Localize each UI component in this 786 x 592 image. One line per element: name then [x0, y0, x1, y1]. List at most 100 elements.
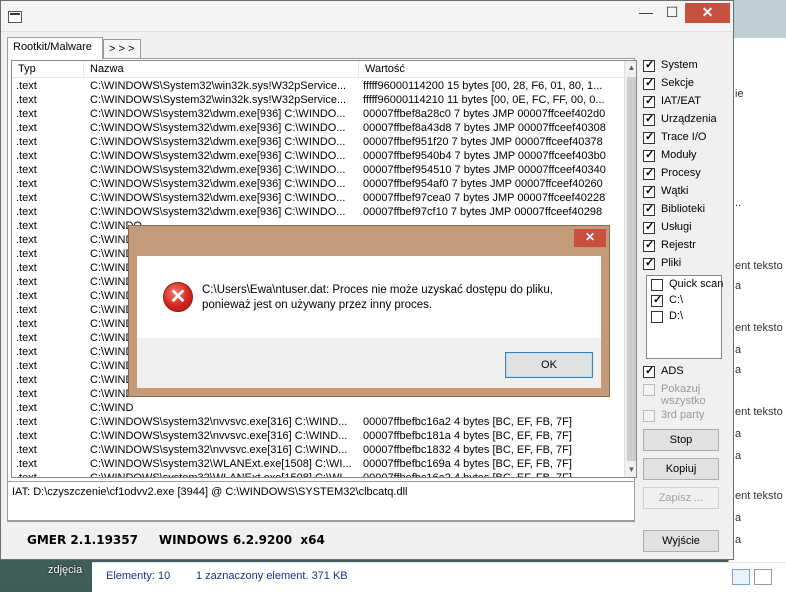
- table-row[interactable]: .text C:\WINDOWS\system32\WLANExt.exe[150…: [12, 457, 626, 471]
- table-row[interactable]: .text C:\WINDOWS\system32\dwm.exe[936] C:…: [12, 135, 626, 149]
- tab-rootkit-malware[interactable]: Rootkit/Malware: [7, 37, 103, 59]
- title-bar[interactable]: — ☐ ✕: [1, 1, 733, 32]
- checkbox-checked-icon[interactable]: [651, 293, 663, 307]
- cell-typ: .text: [16, 192, 37, 204]
- background-window-toolbar: [729, 0, 786, 38]
- table-row[interactable]: .text C:\WINDOWS\system32\nvvsvc.exe[316]…: [12, 429, 626, 443]
- table-row[interactable]: .text C:\WINDOWS\system32\dwm.exe[936] C:…: [12, 149, 626, 163]
- checkbox-option-1[interactable]: Sekcje: [642, 76, 732, 93]
- checkbox-option-11[interactable]: Pliki: [642, 256, 732, 273]
- table-row[interactable]: .text C:\WINDOWS\system32\dwm.exe[936] C:…: [12, 191, 626, 205]
- checkbox-option-0[interactable]: System: [642, 58, 732, 75]
- column-header-nazwa[interactable]: Nazwa: [84, 61, 359, 78]
- cell-wartosc: 00007ffbef8a28c0 7 bytes JMP 00007ffceef…: [363, 108, 606, 120]
- checkbox-drive-1[interactable]: C:\: [650, 293, 740, 310]
- checkbox-checked-icon[interactable]: [643, 166, 655, 180]
- table-row[interactable]: .text C:\WINDOWS\System32\win32k.sys!W32p…: [12, 79, 626, 93]
- checkbox-checked-icon[interactable]: [643, 238, 655, 252]
- checkbox-label: Quick scan: [669, 278, 724, 290]
- column-header-typ[interactable]: Typ: [12, 61, 84, 78]
- checkbox-empty-icon[interactable]: [651, 311, 663, 323]
- cell-typ: .text: [16, 318, 37, 330]
- table-row[interactable]: .text C:\WINDOWS\system32\dwm.exe[936] C:…: [12, 163, 626, 177]
- save-button[interactable]: Zapisz ...: [643, 487, 719, 509]
- table-row[interactable]: .text C:\WINDOWS\System32\win32k.sys!W32p…: [12, 93, 626, 107]
- close-button[interactable]: ✕: [685, 3, 730, 23]
- checkbox-checked-icon[interactable]: [643, 256, 655, 270]
- checkbox-checked-icon[interactable]: [643, 202, 655, 216]
- table-row[interactable]: .text C:\WINDOWS\system32\dwm.exe[936] C:…: [12, 121, 626, 135]
- cell-wartosc: 00007ffbef954af0 7 bytes JMP 00007ffceef…: [363, 178, 603, 190]
- checkbox-label: Rejestr: [661, 239, 696, 251]
- vertical-scrollbar[interactable]: ▲ ▼: [624, 61, 636, 477]
- version-footer: GMER 2.1.19357 WINDOWS 6.2.9200 x64: [27, 533, 325, 547]
- cell-typ: .text: [16, 472, 37, 478]
- background-text: ent teksto: [735, 322, 783, 334]
- stop-button[interactable]: Stop: [643, 429, 719, 451]
- checkbox-checked-icon[interactable]: [643, 112, 655, 126]
- background-text: a: [735, 364, 742, 376]
- table-row[interactable]: .text C:\WINDOWS\system32\dwm.exe[936] C:…: [12, 107, 626, 121]
- cell-wartosc: 00007ffbef951f20 7 bytes JMP 00007ffceef…: [363, 136, 603, 148]
- background-text: ie: [735, 88, 744, 100]
- maximize-button[interactable]: ☐: [659, 3, 685, 23]
- cell-typ: .text: [16, 374, 37, 386]
- cell-nazwa: C:\WINDOWS\system32\dwm.exe[936] C:\WIND…: [90, 150, 346, 162]
- checkbox-checked-icon[interactable]: [643, 220, 655, 234]
- checkbox-option-4[interactable]: Trace I/O: [642, 130, 732, 147]
- cell-wartosc: 00007ffbefbc16a2 4 bytes [BC, EF, FB, 7F…: [363, 416, 572, 428]
- checkbox-option-5[interactable]: Moduły: [642, 148, 732, 165]
- cell-wartosc: 00007ffbef97cea0 7 bytes JMP 00007ffceef…: [363, 192, 606, 204]
- checkbox-option-9[interactable]: Usługi: [642, 220, 732, 237]
- checkbox-drive-0[interactable]: Quick scan: [650, 278, 740, 294]
- checkbox-show-all[interactable]: Pokazuj wszystko: [642, 383, 732, 409]
- table-row[interactable]: .text C:\WINDOWS\system32\dwm.exe[936] C:…: [12, 205, 626, 219]
- background-search-icon: ..: [735, 197, 742, 209]
- table-row[interactable]: .text C:\WINDOWS\system32\dwm.exe[936] C:…: [12, 177, 626, 191]
- large-icons-view-icon[interactable]: [754, 569, 772, 585]
- cell-typ: .text: [16, 220, 37, 232]
- checkbox-option-6[interactable]: Procesy: [642, 166, 732, 183]
- checkbox-checked-icon[interactable]: [643, 148, 655, 162]
- minimize-button[interactable]: —: [633, 3, 659, 23]
- drive-list[interactable]: Quick scan C:\ D:\: [646, 275, 723, 359]
- dialog-close-button[interactable]: ✕: [574, 229, 606, 247]
- details-view-icon[interactable]: [732, 569, 750, 585]
- checkbox-option-8[interactable]: Biblioteki: [642, 202, 732, 219]
- checkbox-option-2[interactable]: IAT/EAT: [642, 94, 732, 111]
- checkbox-checked-icon[interactable]: [643, 76, 655, 90]
- exit-button[interactable]: Wyjście: [643, 530, 719, 552]
- scroll-up-icon[interactable]: ▲: [625, 61, 636, 75]
- checkbox-empty-icon[interactable]: [651, 279, 663, 291]
- table-row[interactable]: .text C:\WIND: [12, 401, 626, 415]
- table-row[interactable]: .text C:\WINDOWS\system32\WLANExt.exe[150…: [12, 471, 626, 478]
- checkbox-option-7[interactable]: Wątki: [642, 184, 732, 201]
- checkbox-option-10[interactable]: Rejestr: [642, 238, 732, 255]
- cell-nazwa: C:\WINDOWS\system32\dwm.exe[936] C:\WIND…: [90, 164, 346, 176]
- scroll-down-icon[interactable]: ▼: [625, 463, 636, 477]
- checkbox-drive-2[interactable]: D:\: [650, 310, 740, 326]
- column-header-wartosc[interactable]: Wartość: [359, 61, 626, 78]
- cell-wartosc: 00007ffbef8a43d8 7 bytes JMP 00007ffceef…: [363, 122, 606, 134]
- checkbox-empty-icon[interactable]: [643, 410, 655, 422]
- cell-wartosc: 00007ffbefbc1832 4 bytes [BC, EF, FB, 7F…: [363, 444, 572, 456]
- copy-button[interactable]: Kopiuj: [643, 458, 719, 480]
- cell-nazwa: C:\WINDOWS\system32\nvvsvc.exe[316] C:\W…: [90, 430, 348, 442]
- cell-nazwa: C:\WINDOWS\system32\dwm.exe[936] C:\WIND…: [90, 122, 346, 134]
- checkbox-checked-icon[interactable]: [643, 58, 655, 72]
- checkbox-checked-icon[interactable]: [643, 94, 655, 108]
- table-row[interactable]: .text C:\WINDOWS\system32\nvvsvc.exe[316]…: [12, 443, 626, 457]
- checkbox-checked-icon[interactable]: [643, 130, 655, 144]
- cell-typ: .text: [16, 262, 37, 274]
- checkbox-checked-icon[interactable]: [643, 184, 655, 198]
- checkbox-option-3[interactable]: Urządzenia: [642, 112, 732, 129]
- checkbox-ads[interactable]: ADS: [642, 364, 732, 381]
- checkbox-checked-icon[interactable]: [643, 364, 655, 378]
- scroll-thumb[interactable]: [627, 77, 636, 461]
- ok-button[interactable]: OK: [505, 352, 593, 378]
- table-row[interactable]: .text C:\WINDOWS\system32\nvvsvc.exe[316]…: [12, 415, 626, 429]
- cell-typ: .text: [16, 178, 37, 190]
- checkbox-empty-icon[interactable]: [643, 384, 655, 396]
- checkbox-third-party[interactable]: 3rd party: [642, 409, 732, 425]
- tab-more[interactable]: > > >: [103, 39, 141, 58]
